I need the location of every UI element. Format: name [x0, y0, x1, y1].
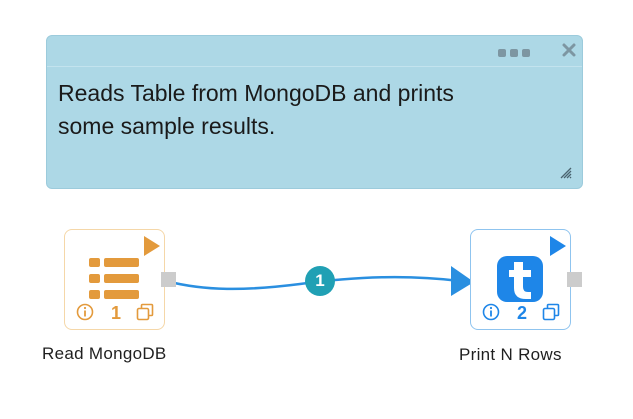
note-menu-icon[interactable] [498, 49, 530, 57]
play-icon[interactable] [143, 235, 161, 257]
node-footer: 2 [471, 302, 570, 324]
letter-t-icon [497, 256, 543, 302]
node-label-read-mongodb: Read MongoDB [42, 344, 167, 363]
info-icon[interactable] [76, 303, 94, 321]
connector-badge[interactable]: 1 [305, 266, 335, 296]
node-print-n-rows[interactable]: 2 [470, 229, 582, 330]
copy-icon[interactable] [542, 303, 560, 321]
output-port[interactable] [161, 272, 176, 287]
resize-handle-icon[interactable] [559, 166, 572, 179]
note-text[interactable]: Reads Table from MongoDB and prints some… [58, 77, 538, 143]
node-number: 1 [110, 303, 121, 323]
info-icon[interactable] [482, 303, 500, 321]
node-footer: 1 [65, 302, 164, 324]
note-box[interactable]: Reads Table from MongoDB and prints some… [46, 35, 583, 189]
close-icon[interactable] [561, 42, 577, 58]
output-port[interactable] [567, 272, 582, 287]
play-icon[interactable] [549, 235, 567, 257]
note-header[interactable] [47, 36, 582, 67]
copy-icon[interactable] [136, 303, 154, 321]
node-read-mongodb[interactable]: 1 [64, 229, 176, 330]
node-label-print-n-rows: Print N Rows [459, 345, 562, 364]
table-list-icon [89, 258, 139, 299]
node-number: 2 [516, 303, 527, 323]
